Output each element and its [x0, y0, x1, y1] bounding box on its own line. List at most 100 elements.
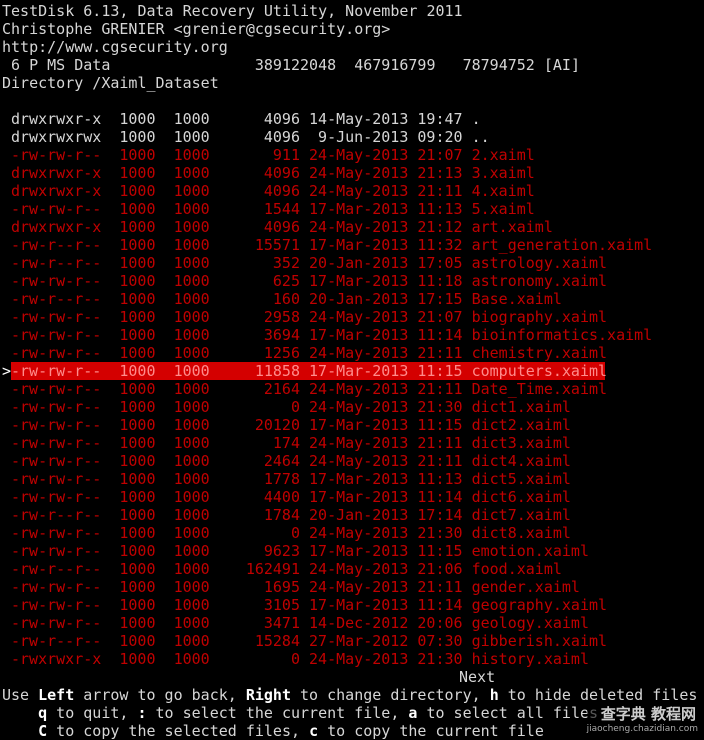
file-size: 3694	[263, 326, 300, 344]
file-row[interactable]: -rw-rw-r-- 1000 1000 0 24-May-2013 21:30…	[2, 524, 702, 542]
cursor-marker	[2, 416, 11, 434]
file-uid: 1000	[119, 416, 156, 434]
file-time: 21:30	[417, 398, 463, 416]
file-gid: 1000	[173, 398, 210, 416]
file-permissions: -rw-rw-r--	[11, 344, 102, 362]
file-row[interactable]: drwxrwxr-x 1000 1000 4096 24-May-2013 21…	[2, 182, 702, 200]
file-row[interactable]: -rw-rw-r-- 1000 1000 1544 17-Mar-2013 11…	[2, 200, 702, 218]
file-uid: 1000	[119, 344, 156, 362]
file-date: 20-Jan-2013	[309, 290, 409, 308]
file-permissions: -rw-rw-r--	[11, 398, 102, 416]
file-date: 24-May-2013	[309, 524, 409, 542]
file-row[interactable]: -rw-r--r-- 1000 1000 162491 24-May-2013 …	[2, 560, 702, 578]
file-time: 21:07	[417, 146, 463, 164]
file-row[interactable]: -rw-rw-r-- 1000 1000 1695 24-May-2013 21…	[2, 578, 702, 596]
file-row[interactable]: -rwxrwxr-x 1000 1000 0 24-May-2013 21:30…	[2, 650, 702, 668]
file-gid: 1000	[173, 218, 210, 236]
file-row[interactable]: -rw-r--r-- 1000 1000 1784 20-Jan-2013 17…	[2, 506, 702, 524]
file-row[interactable]: -rw-r--r-- 1000 1000 352 20-Jan-2013 17:…	[2, 254, 702, 272]
file-row[interactable]: -rw-rw-r-- 1000 1000 4400 17-Mar-2013 11…	[2, 488, 702, 506]
file-uid: 1000	[119, 524, 156, 542]
file-uid: 1000	[119, 290, 156, 308]
file-row[interactable]: -rw-rw-r-- 1000 1000 2958 24-May-2013 21…	[2, 308, 702, 326]
file-size: 2464	[263, 452, 300, 470]
file-row[interactable]: drwxrwxr-x 1000 1000 4096 24-May-2013 21…	[2, 164, 702, 182]
next-page-indicator[interactable]: Next	[459, 668, 495, 686]
file-size: 162491	[245, 560, 300, 578]
file-size: 0	[290, 524, 300, 542]
file-name: Date_Time.xaiml	[471, 380, 608, 398]
file-date: 24-May-2013	[309, 380, 409, 398]
file-permissions: -rw-r--r--	[11, 236, 102, 254]
file-row[interactable]: drwxrwxr-x 1000 1000 4096 24-May-2013 21…	[2, 218, 702, 236]
file-time: 21:12	[417, 218, 463, 236]
file-row[interactable]: -rw-rw-r-- 1000 1000 2464 24-May-2013 21…	[2, 452, 702, 470]
file-uid: 1000	[119, 596, 156, 614]
file-row[interactable]: -rw-rw-r-- 1000 1000 1256 24-May-2013 21…	[2, 344, 702, 362]
file-row[interactable]: -rw-rw-r-- 1000 1000 174 24-May-2013 21:…	[2, 434, 702, 452]
file-uid: 1000	[119, 434, 156, 452]
file-name: Base.xaiml	[471, 290, 562, 308]
file-row[interactable]: -rw-r--r-- 1000 1000 15571 17-Mar-2013 1…	[2, 236, 702, 254]
file-row[interactable]: -rw-r--r-- 1000 1000 160 20-Jan-2013 17:…	[2, 290, 702, 308]
file-permissions: -rw-rw-r--	[11, 614, 102, 632]
file-name: dict1.xaiml	[471, 398, 571, 416]
file-row[interactable]: -rw-r--r-- 1000 1000 15284 27-Mar-2012 0…	[2, 632, 702, 650]
file-gid: 1000	[173, 236, 210, 254]
file-date: 17-Mar-2013	[309, 488, 409, 506]
file-row[interactable]: -rw-rw-r-- 1000 1000 1778 17-Mar-2013 11…	[2, 470, 702, 488]
file-row[interactable]: drwxrwxrwx 1000 1000 4096 9-Jun-2013 09:…	[2, 128, 702, 146]
file-permissions: drwxrwxr-x	[11, 164, 102, 182]
file-row[interactable]: -rw-rw-r-- 1000 1000 0 24-May-2013 21:30…	[2, 398, 702, 416]
partition-info: 6 P MS Data 389122048 467916799 78794752…	[2, 56, 580, 74]
file-row[interactable]: -rw-rw-r-- 1000 1000 20120 17-Mar-2013 1…	[2, 416, 702, 434]
file-time: 17:15	[417, 290, 463, 308]
file-row[interactable]: -rw-rw-r-- 1000 1000 3471 14-Dec-2012 20…	[2, 614, 702, 632]
file-permissions: -rw-r--r--	[11, 560, 102, 578]
file-row[interactable]: -rw-rw-r-- 1000 1000 9623 17-Mar-2013 11…	[2, 542, 702, 560]
file-uid: 1000	[119, 110, 156, 128]
file-row[interactable]: -rw-rw-r-- 1000 1000 625 17-Mar-2013 11:…	[2, 272, 702, 290]
file-permissions: -rw-rw-r--	[11, 596, 102, 614]
file-row[interactable]: -rw-rw-r-- 1000 1000 2164 24-May-2013 21…	[2, 380, 702, 398]
file-time: 21:06	[417, 560, 463, 578]
file-time: 11:32	[417, 236, 463, 254]
file-date: 17-Mar-2013	[309, 542, 409, 560]
file-time: 11:15	[417, 362, 463, 380]
file-permissions: -rw-rw-r--	[11, 488, 102, 506]
key-q: q	[38, 704, 48, 722]
file-row[interactable]: -rw-rw-r-- 1000 1000 3694 17-Mar-2013 11…	[2, 326, 702, 344]
file-gid: 1000	[173, 164, 210, 182]
file-row[interactable]: -rw-rw-r-- 1000 1000 911 24-May-2013 21:…	[2, 146, 702, 164]
file-row[interactable]: -rw-rw-r-- 1000 1000 3105 17-Mar-2013 11…	[2, 596, 702, 614]
file-row[interactable]: >-rw-rw-r-- 1000 1000 11858 17-Mar-2013 …	[2, 362, 607, 380]
file-row[interactable]: drwxrwxr-x 1000 1000 4096 14-May-2013 19…	[2, 110, 702, 128]
file-time: 21:30	[417, 524, 463, 542]
help-line-3: C to copy the selected files, c to copy …	[38, 722, 544, 740]
file-name: dict7.xaiml	[471, 506, 571, 524]
